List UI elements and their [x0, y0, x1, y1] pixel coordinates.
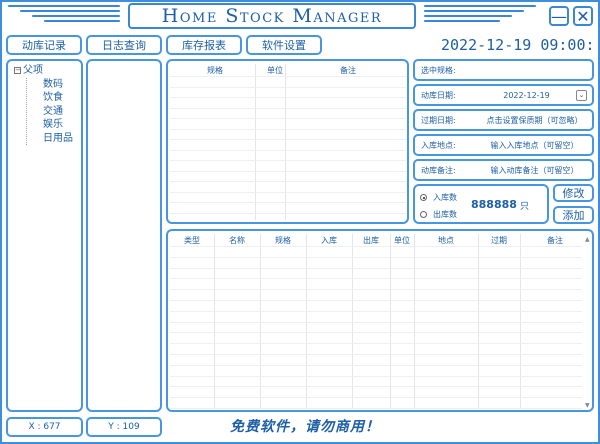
grid-row-divider: [170, 267, 582, 269]
grid-row-divider: [170, 86, 406, 88]
grid-row-divider: [170, 278, 582, 280]
expiry-input[interactable]: 点击设置保质期（可忽略）: [477, 115, 592, 126]
grid-row-divider: [170, 181, 406, 182]
footer-slogan: 免费软件，请勿商用！: [230, 419, 380, 435]
grid-row-divider: [170, 76, 406, 77]
grid-row-divider: [170, 397, 582, 399]
grid-row-divider: [170, 160, 406, 161]
selected-spec-label: 选中规格:: [421, 65, 456, 75]
spec-table-panel[interactable]: [166, 59, 409, 224]
title-decoration-left: [8, 5, 120, 27]
date-label: 动库日期:: [421, 90, 456, 100]
grid-row-divider: [170, 375, 582, 377]
expiry-field[interactable]: 过期日期: 点击设置保质期（可忽略）: [413, 109, 594, 131]
note-input[interactable]: 输入动库备注（可留空）: [477, 165, 592, 176]
date-value[interactable]: 2022-12-19: [477, 91, 576, 100]
y-coordinate: Y : 109: [86, 417, 162, 437]
record-col-unit: 单位: [394, 236, 410, 245]
tree-root-label: 父项: [23, 65, 43, 76]
note-field[interactable]: 动库备注: 输入动库备注（可留空）: [413, 159, 594, 181]
title-bar: Home Stock Manager — ✕: [0, 0, 600, 32]
title-decoration-right: [424, 5, 536, 27]
record-col-out: 出库: [363, 236, 379, 245]
record-col-location: 地点: [438, 236, 454, 245]
spec-table-header: 规格 单位 备注: [170, 65, 406, 76]
record-col-spec: 规格: [275, 236, 291, 245]
scroll-down-icon[interactable]: ▼: [585, 402, 590, 409]
tree-children: 数码 饮食 交通 娱乐 日用品: [26, 77, 73, 146]
tree-root[interactable]: − 父项: [14, 64, 73, 78]
grid-row-divider: [170, 149, 406, 151]
out-radio[interactable]: 出库数: [420, 209, 457, 220]
record-col-name: 名称: [229, 236, 245, 245]
grid-row-divider: [170, 191, 406, 193]
date-field[interactable]: 动库日期: 2022-12-19 ⌄: [413, 84, 594, 106]
grid-row-divider: [170, 118, 406, 119]
app-title: Home Stock Manager: [128, 3, 416, 29]
quantity-unit: 只: [520, 202, 530, 212]
tree-item[interactable]: 数码: [43, 78, 73, 92]
record-col-expiry: 过期: [491, 236, 507, 245]
grid-row-divider: [170, 256, 582, 258]
grid-row-divider: [170, 343, 582, 345]
tree-item[interactable]: 日用品: [43, 132, 73, 146]
close-button[interactable]: ✕: [573, 6, 593, 26]
grid-row-divider: [170, 300, 582, 301]
add-button[interactable]: 添加: [553, 206, 594, 224]
collapse-icon[interactable]: −: [14, 66, 21, 74]
grid-row-divider: [170, 289, 582, 291]
chevron-down-icon[interactable]: ⌄: [576, 89, 587, 101]
note-label: 动库备注:: [421, 165, 456, 175]
grid-row-divider: [170, 107, 406, 109]
item-list-panel[interactable]: [86, 59, 162, 412]
tree-item[interactable]: 饮食: [43, 91, 73, 105]
location-field[interactable]: 入库地点: 输入入库地点（可留空）: [413, 134, 594, 156]
quantity-input[interactable]: 888888: [471, 198, 517, 211]
location-label: 入库地点:: [421, 140, 456, 150]
log-query-button[interactable]: 日志查询: [86, 35, 162, 55]
record-col-note: 备注: [547, 236, 563, 245]
record-col-type: 类型: [184, 236, 200, 245]
grid-row-divider: [170, 139, 406, 140]
selected-spec-field: 选中规格:: [413, 59, 594, 81]
spec-col-note: 备注: [340, 66, 356, 75]
in-radio-dot[interactable]: [420, 194, 427, 201]
record-table-header: 类型 名称 规格 入库 出库 单位 地点 过期 备注: [170, 235, 590, 246]
modify-button[interactable]: 修改: [553, 184, 594, 202]
in-radio-label: 入库数: [433, 193, 457, 202]
record-col-in: 入库: [321, 236, 337, 245]
grid-row-divider: [170, 202, 406, 203]
grid-row-divider: [170, 170, 406, 172]
grid-row-divider: [170, 386, 582, 388]
settings-button[interactable]: 软件设置: [246, 35, 322, 55]
tree-item[interactable]: 娱乐: [43, 118, 73, 132]
in-radio[interactable]: 入库数: [420, 192, 457, 203]
tree-item[interactable]: 交通: [43, 105, 73, 119]
expiry-label: 过期日期:: [421, 115, 456, 125]
clock: 2022-12-19 09:00:: [441, 36, 595, 54]
grid-row-divider: [170, 332, 582, 334]
grid-row-divider: [170, 310, 582, 312]
grid-row-divider: [170, 321, 582, 323]
record-button[interactable]: 动库记录: [6, 35, 82, 55]
grid-row-divider: [170, 408, 582, 409]
grid-row-divider: [170, 246, 582, 247]
spec-col-spec: 规格: [207, 66, 223, 75]
scroll-up-icon[interactable]: ▲: [585, 236, 590, 243]
category-tree: − 父项 数码 饮食 交通 娱乐 日用品: [14, 64, 73, 145]
out-radio-dot[interactable]: [420, 211, 427, 218]
x-coordinate: X : 677: [6, 417, 83, 437]
location-input[interactable]: 输入入库地点（可留空）: [477, 140, 592, 151]
grid-row-divider: [170, 354, 582, 355]
grid-row-divider: [170, 97, 406, 98]
grid-row-divider: [170, 364, 582, 366]
stock-report-button[interactable]: 库存报表: [166, 35, 242, 55]
grid-row-divider: [170, 212, 406, 214]
minimize-button[interactable]: —: [549, 6, 569, 26]
grid-row-divider: [170, 128, 406, 130]
out-radio-label: 出库数: [433, 210, 457, 219]
